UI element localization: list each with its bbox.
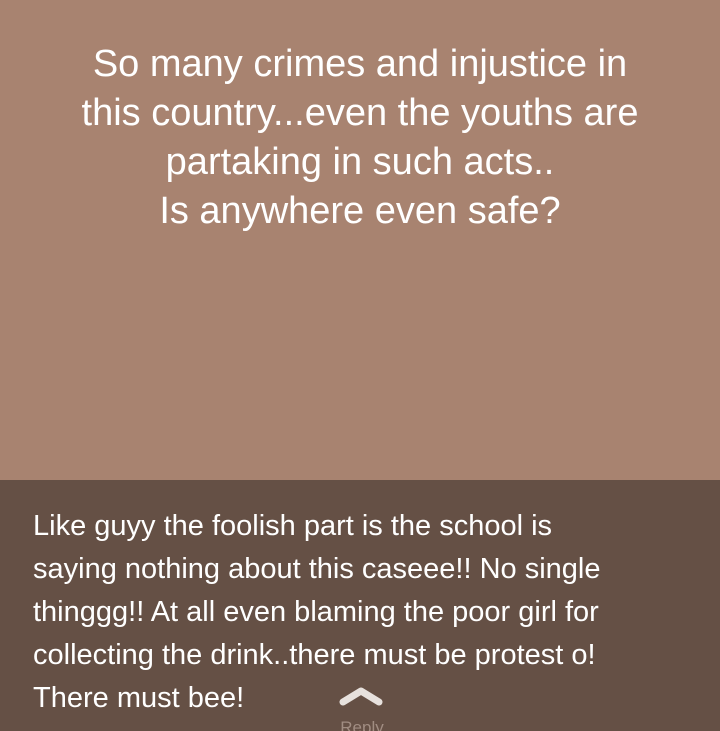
status-text: So many crimes and injustice in this cou… [20, 40, 700, 236]
reply-overlay: Like guyy the foolish part is the school… [0, 480, 720, 731]
reply-button[interactable]: Reply [312, 680, 412, 731]
status-text-line: this country...even the youths are [81, 92, 639, 134]
reply-message-line: saying nothing about this caseee!! No si… [33, 553, 601, 585]
chevron-up-icon [339, 687, 383, 706]
status-text-line: Is anywhere even safe? [159, 190, 561, 232]
reply-message-line: collecting the drink..there must be prot… [33, 639, 596, 671]
reply-label: Reply [340, 718, 384, 731]
status-text-line: So many crimes and injustice in [92, 43, 628, 85]
reply-message-line: Like guyy the foolish part is the school… [33, 510, 553, 542]
status-text-line: partaking in such acts.. [165, 141, 555, 183]
reply-message-line: thinggg!! At all even blaming the poor g… [33, 596, 599, 628]
status-card[interactable]: So many crimes and injustice in this cou… [0, 0, 720, 480]
